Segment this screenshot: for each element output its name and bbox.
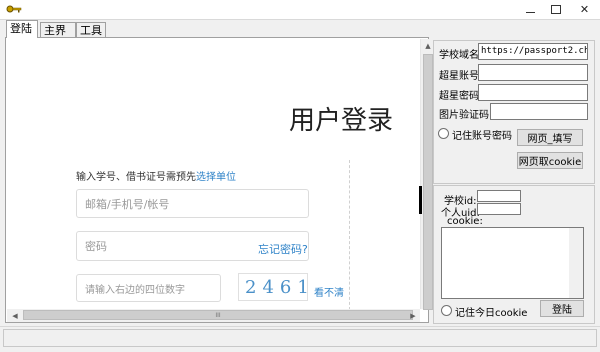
tab-label: 工具: [80, 24, 102, 37]
captcha-image[interactable]: 2461: [238, 273, 309, 301]
tab-label: 登陆: [10, 22, 32, 35]
cookie-textarea[interactable]: [441, 227, 584, 299]
minimize-button[interactable]: [517, 0, 543, 19]
hint-text: 输入学号、借书证号需预先: [76, 172, 196, 183]
forgot-password-link[interactable]: 忘记密码?: [258, 241, 308, 257]
key-icon: [6, 5, 22, 13]
status-bar: [0, 326, 600, 352]
captcha-placeholder: 请输入右边的四位数字: [85, 284, 185, 296]
page-title: 用户登录: [289, 106, 394, 136]
tab-tools[interactable]: 工具: [76, 22, 106, 37]
login-hint: 输入学号、借书证号需预先选择单位: [76, 168, 236, 183]
cookie-scrollbar[interactable]: [569, 228, 583, 298]
user-uid-field[interactable]: [477, 203, 521, 215]
maximize-button[interactable]: [543, 0, 569, 19]
refresh-captcha-link[interactable]: 看不清: [314, 284, 344, 299]
school-id-field[interactable]: [477, 190, 521, 202]
captcha-field[interactable]: [490, 103, 588, 120]
close-icon: ✕: [579, 3, 590, 16]
select-unit-link[interactable]: 选择单位: [196, 172, 236, 183]
tab-login[interactable]: 登陆: [6, 20, 38, 38]
domain-field[interactable]: https://passport2.chaoxin: [478, 43, 588, 60]
tab-main[interactable]: 主界面: [40, 22, 76, 52]
scroll-right-arrow-icon[interactable]: ▶: [407, 309, 419, 322]
remember-cookie-checkbox[interactable]: [441, 305, 452, 316]
web-fill-button[interactable]: 网页_填写: [517, 129, 583, 146]
remember-cookie-label: 记住今日cookie: [455, 308, 528, 319]
account-field[interactable]: [478, 64, 588, 81]
maximize-icon: [551, 5, 561, 14]
status-panel: [3, 329, 597, 347]
get-cookie-button[interactable]: 网页取cookie: [517, 152, 583, 169]
minimize-icon: [525, 12, 535, 13]
captcha-label: 图片验证码:: [439, 110, 493, 121]
dashed-divider: [349, 160, 350, 310]
password-field[interactable]: [478, 84, 588, 101]
password-placeholder: 密码: [85, 240, 107, 253]
page-edge-marker: [419, 186, 422, 214]
login-button[interactable]: 登陆: [540, 300, 584, 317]
domain-label: 学校域名:: [439, 50, 483, 61]
remember-password-label: 记住账号密码: [452, 131, 512, 142]
close-button[interactable]: ✕: [569, 0, 600, 19]
captcha-input[interactable]: 请输入右边的四位数字: [76, 274, 221, 302]
scroll-grip: III: [215, 311, 221, 319]
cookie-label: cookie:: [447, 216, 483, 227]
horizontal-scroll-thumb[interactable]: III: [23, 310, 413, 320]
account-input[interactable]: 邮箱/手机号/帐号: [76, 189, 309, 218]
password-label: 超星密码:: [439, 91, 483, 102]
window-titlebar: [0, 0, 600, 20]
account-label: 超星账号:: [439, 71, 483, 82]
scroll-left-arrow-icon[interactable]: ◀: [9, 309, 21, 322]
remember-password-checkbox[interactable]: [438, 128, 449, 139]
account-placeholder: 邮箱/手机号/帐号: [85, 197, 170, 211]
vertical-scroll-thumb[interactable]: [423, 54, 433, 310]
